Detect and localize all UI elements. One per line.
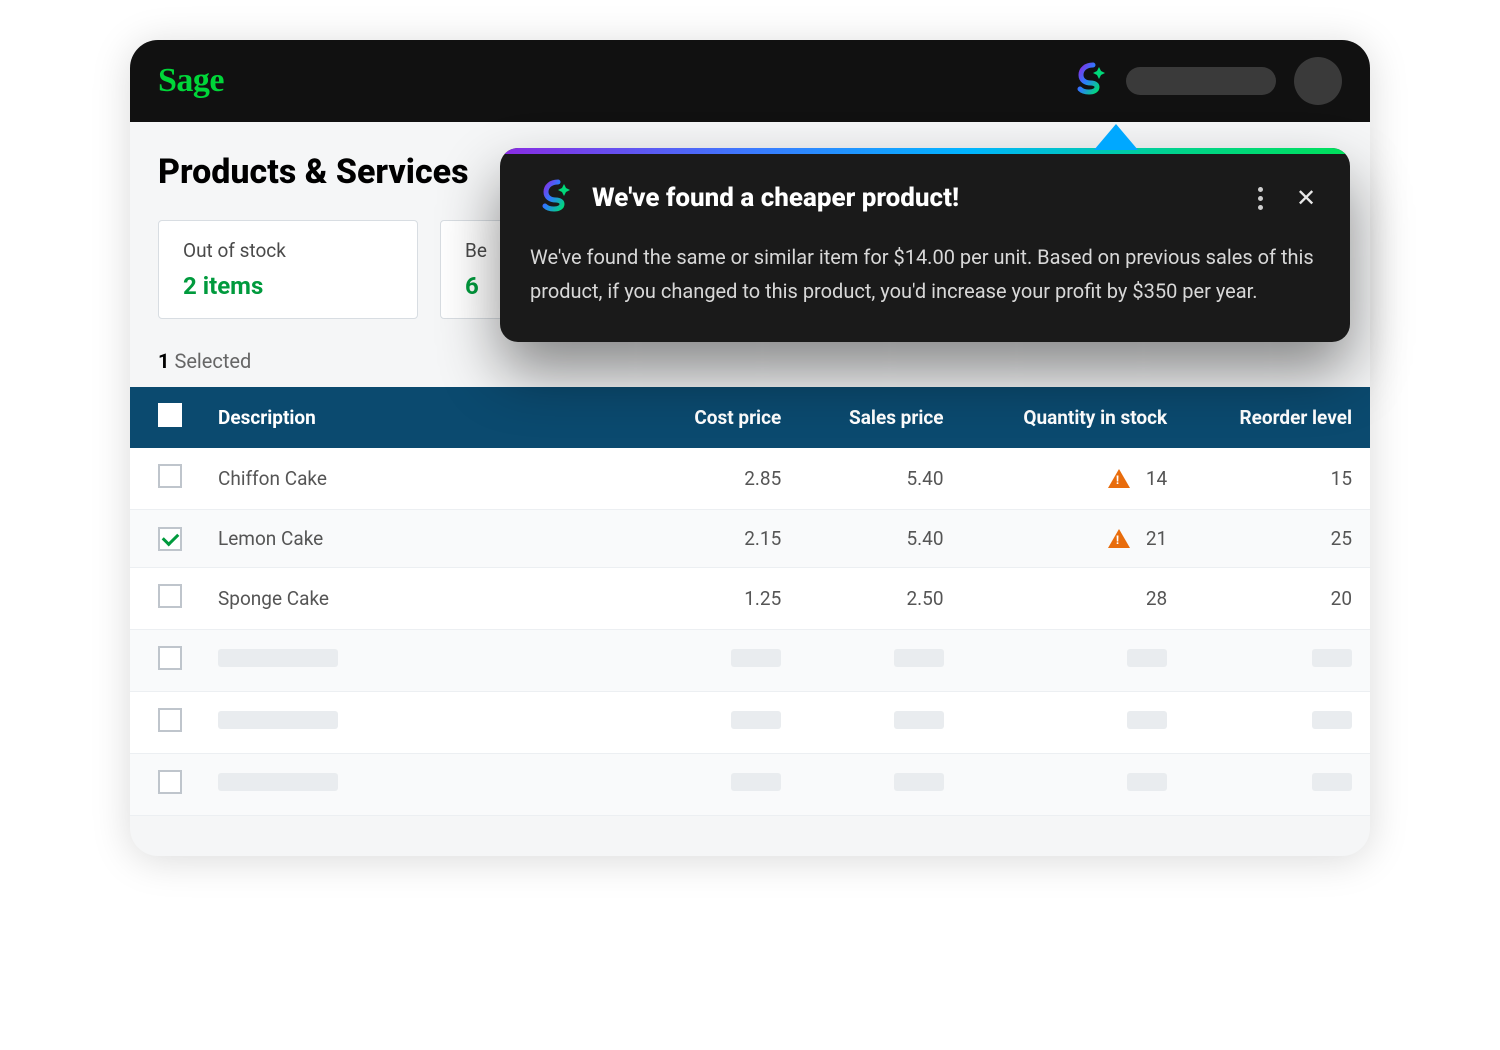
search-placeholder-pill[interactable] bbox=[1126, 67, 1276, 95]
warning-icon bbox=[1108, 529, 1130, 548]
stat-label: Out of stock bbox=[183, 239, 393, 262]
popover-title: We've found a cheaper product! bbox=[592, 183, 1228, 213]
cell-qty: 21 bbox=[962, 510, 1186, 568]
popover-body: We've found the same or similar item for… bbox=[500, 230, 1350, 342]
more-options-button[interactable] bbox=[1246, 184, 1274, 212]
table-row-skeleton bbox=[130, 630, 1370, 692]
table-row-skeleton bbox=[130, 692, 1370, 754]
topbar: Sage bbox=[130, 40, 1370, 122]
cell-cost: 1.25 bbox=[646, 568, 799, 630]
row-checkbox[interactable] bbox=[158, 464, 182, 488]
th-cost-price[interactable]: Cost price bbox=[646, 387, 799, 448]
th-quantity[interactable]: Quantity in stock bbox=[962, 387, 1186, 448]
row-checkbox[interactable] bbox=[158, 527, 182, 551]
topbar-right bbox=[1066, 57, 1342, 105]
row-checkbox[interactable] bbox=[158, 708, 182, 732]
cell-qty: 28 bbox=[962, 568, 1186, 630]
row-checkbox[interactable] bbox=[158, 646, 182, 670]
cell-cost: 2.85 bbox=[646, 448, 799, 510]
warning-icon bbox=[1108, 469, 1130, 488]
cell-sales: 2.50 bbox=[799, 568, 961, 630]
cell-qty: 14 bbox=[962, 448, 1186, 510]
row-checkbox[interactable] bbox=[158, 584, 182, 608]
cell-reorder: 15 bbox=[1185, 448, 1370, 510]
th-description[interactable]: Description bbox=[200, 387, 646, 448]
selected-label: Selected bbox=[174, 349, 251, 373]
copilot-icon bbox=[1065, 59, 1109, 103]
cell-description: Chiffon Cake bbox=[200, 448, 646, 510]
app-window: Sage Products & bbox=[130, 40, 1370, 856]
table-row-skeleton bbox=[130, 754, 1370, 816]
kebab-icon bbox=[1258, 187, 1263, 210]
selection-summary: 1 Selected bbox=[130, 349, 1370, 387]
table-row[interactable]: Chiffon Cake 2.85 5.40 14 15 bbox=[130, 448, 1370, 510]
selected-count: 1 bbox=[158, 349, 169, 373]
products-table: Description Cost price Sales price Quant… bbox=[130, 387, 1370, 816]
close-button[interactable]: ✕ bbox=[1292, 184, 1320, 212]
th-sales-price[interactable]: Sales price bbox=[799, 387, 961, 448]
copilot-popover-wrap: We've found a cheaper product! ✕ We've f… bbox=[500, 148, 1370, 342]
cell-sales: 5.40 bbox=[799, 448, 961, 510]
copilot-popover: We've found a cheaper product! ✕ We've f… bbox=[500, 148, 1350, 342]
row-checkbox[interactable] bbox=[158, 770, 182, 794]
cell-sales: 5.40 bbox=[799, 510, 961, 568]
select-all-checkbox[interactable] bbox=[158, 403, 182, 427]
cell-description: Sponge Cake bbox=[200, 568, 646, 630]
cell-reorder: 20 bbox=[1185, 568, 1370, 630]
cell-description: Lemon Cake bbox=[200, 510, 646, 568]
stat-value: 2 items bbox=[183, 272, 393, 300]
popover-header: We've found a cheaper product! ✕ bbox=[500, 154, 1350, 230]
cell-reorder: 25 bbox=[1185, 510, 1370, 568]
table-row[interactable]: Sponge Cake 1.25 2.50 28 20 bbox=[130, 568, 1370, 630]
avatar[interactable] bbox=[1294, 57, 1342, 105]
th-reorder[interactable]: Reorder level bbox=[1185, 387, 1370, 448]
cell-cost: 2.15 bbox=[646, 510, 799, 568]
stat-card-out-of-stock[interactable]: Out of stock 2 items bbox=[158, 220, 418, 319]
table-row[interactable]: Lemon Cake 2.15 5.40 21 25 bbox=[130, 510, 1370, 568]
brand-logo: Sage bbox=[158, 62, 224, 100]
copilot-trigger[interactable] bbox=[1066, 60, 1108, 102]
copilot-icon bbox=[530, 176, 574, 220]
close-icon: ✕ bbox=[1296, 186, 1316, 210]
